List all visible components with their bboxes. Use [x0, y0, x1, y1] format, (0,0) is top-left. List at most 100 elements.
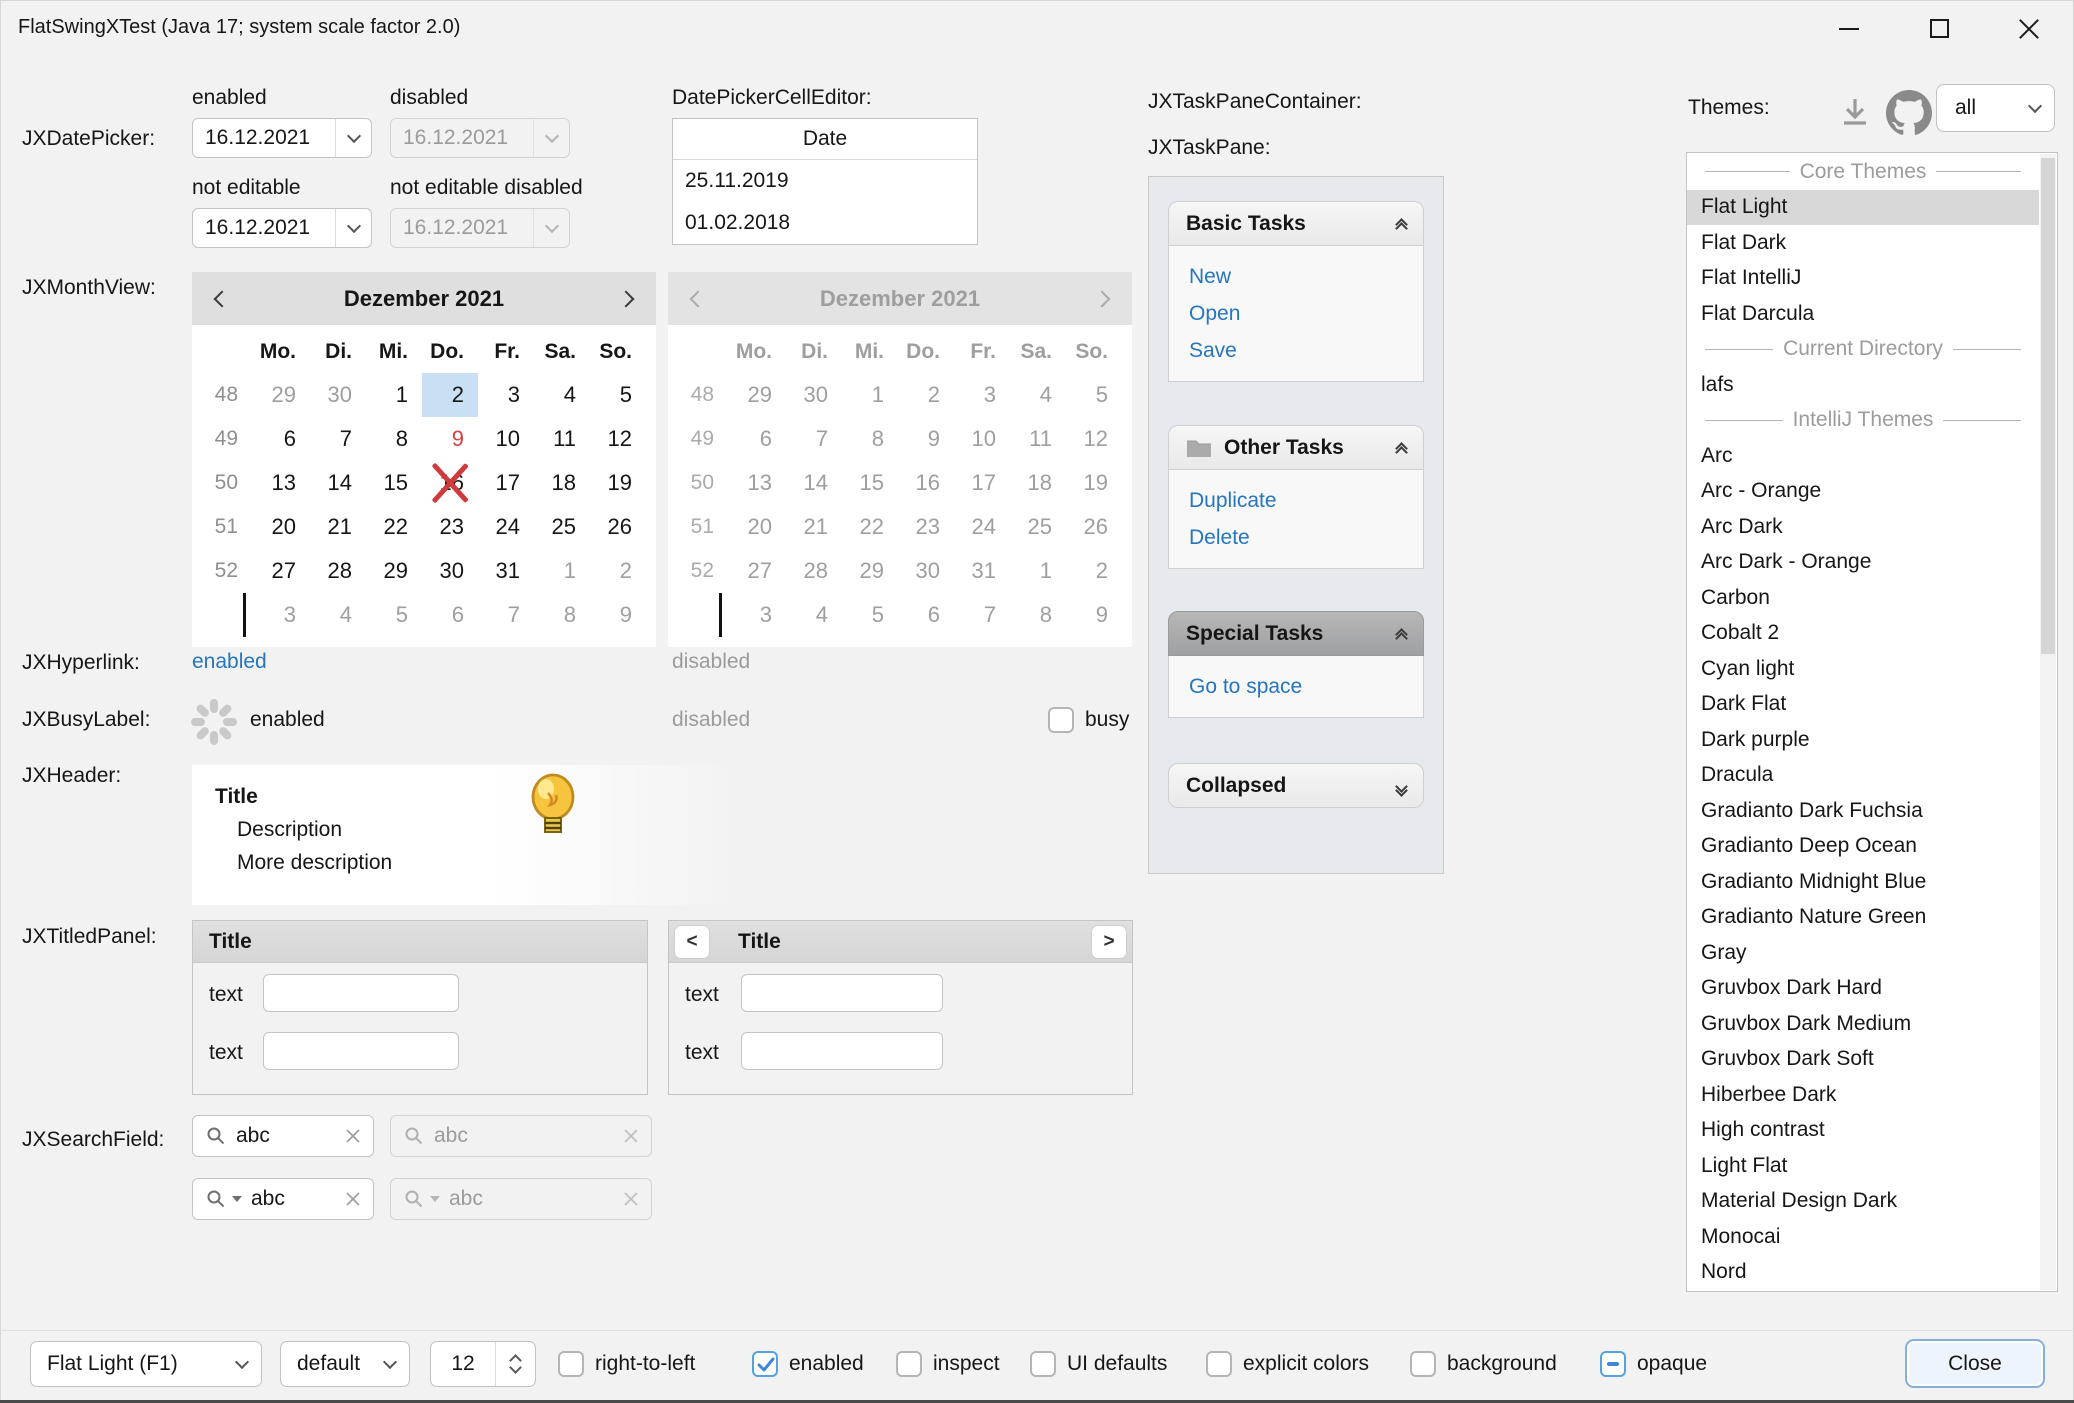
- theme-list-item[interactable]: Gruvbox Dark Medium: [1687, 1006, 2039, 1042]
- calendar-day-cell[interactable]: 1: [366, 373, 422, 417]
- calendar-day-cell[interactable]: 5: [366, 593, 422, 637]
- theme-list-item[interactable]: Gray: [1687, 935, 2039, 971]
- task-link[interactable]: New: [1169, 258, 1423, 295]
- theme-list-item[interactable]: Dark purple: [1687, 722, 2039, 758]
- theme-list-item[interactable]: Carbon: [1687, 580, 2039, 616]
- calendar-day-cell[interactable]: 17: [478, 461, 534, 505]
- datepicker-dropdown-button[interactable]: [335, 209, 371, 247]
- checkbox-box[interactable]: [1206, 1351, 1232, 1377]
- theme-list-item[interactable]: Light Flat: [1687, 1148, 2039, 1184]
- minimize-button[interactable]: [1804, 0, 1894, 57]
- theme-list-item[interactable]: Flat IntelliJ: [1687, 261, 2039, 297]
- themes-filter-combobox[interactable]: all: [1936, 84, 2055, 132]
- calendar-day-cell[interactable]: 14: [310, 461, 366, 505]
- calendar-day-cell[interactable]: 1: [534, 549, 590, 593]
- theme-list-item[interactable]: Arc - Orange: [1687, 474, 2039, 510]
- close-window-button[interactable]: [1984, 0, 2074, 57]
- calendar-day-cell[interactable]: 24: [478, 505, 534, 549]
- calendar-day-cell[interactable]: 11: [534, 417, 590, 461]
- busy-checkbox[interactable]: busy: [1048, 707, 1129, 733]
- calendar-day-cell[interactable]: 28: [310, 549, 366, 593]
- theme-list-item[interactable]: lafs: [1687, 367, 2039, 403]
- taskpane-header[interactable]: Collapsed: [1168, 763, 1424, 808]
- calendar-day-cell[interactable]: 22: [366, 505, 422, 549]
- calendar-day-cell[interactable]: 8: [366, 417, 422, 461]
- datepicker-dropdown-button[interactable]: [335, 119, 371, 157]
- checkbox-box[interactable]: [558, 1351, 584, 1377]
- calendar-day-cell[interactable]: 25: [534, 505, 590, 549]
- checkbox-box[interactable]: [1030, 1351, 1056, 1377]
- celleditor-row[interactable]: 01.02.2018: [673, 202, 977, 244]
- download-icon[interactable]: [1836, 94, 1874, 132]
- font-size-value[interactable]: 12: [431, 1342, 496, 1386]
- close-button[interactable]: Close: [1905, 1339, 2045, 1388]
- text-input[interactable]: [741, 974, 943, 1012]
- calendar-day-cell[interactable]: 5: [590, 373, 646, 417]
- text-input[interactable]: [263, 974, 459, 1012]
- theme-list-item[interactable]: Hiberbee Dark: [1687, 1077, 2039, 1113]
- spinner-buttons[interactable]: [496, 1342, 535, 1386]
- theme-list-item[interactable]: Material Design Dark: [1687, 1184, 2039, 1220]
- calendar-day-cell[interactable]: 30: [422, 549, 478, 593]
- explicit-colors-checkbox[interactable]: explicit colors: [1206, 1351, 1369, 1377]
- calendar-day-cell[interactable]: 23: [422, 505, 478, 549]
- calendar-day-cell[interactable]: 26: [590, 505, 646, 549]
- calendar-day-cell[interactable]: 10: [478, 417, 534, 461]
- calendar-day-cell[interactable]: 9: [590, 593, 646, 637]
- datepicker-value[interactable]: 16.12.2021: [193, 126, 335, 150]
- taskpane-header[interactable]: Basic Tasks: [1168, 201, 1424, 246]
- calendar-day-cell[interactable]: 27: [254, 549, 310, 593]
- hyperlink-enabled[interactable]: enabled: [192, 650, 267, 674]
- calendar-day-cell[interactable]: 31: [478, 549, 534, 593]
- theme-list-item[interactable]: Gruvbox Dark Soft: [1687, 1042, 2039, 1078]
- calendar-day-cell[interactable]: 16: [422, 461, 478, 505]
- calendar-day-cell[interactable]: 7: [310, 417, 366, 461]
- theme-list-item[interactable]: Arc: [1687, 438, 2039, 474]
- calendar-day-cell[interactable]: 8: [534, 593, 590, 637]
- inspect-checkbox[interactable]: inspect: [896, 1351, 1000, 1377]
- enabled-checkbox[interactable]: enabled: [752, 1351, 864, 1377]
- previous-month-button[interactable]: [216, 293, 228, 305]
- theme-list-item[interactable]: Gradianto Deep Ocean: [1687, 829, 2039, 865]
- theme-list-item[interactable]: Gruvbox Dark Hard: [1687, 971, 2039, 1007]
- scrollbar-thumb[interactable]: [2041, 158, 2055, 654]
- searchfield-enabled[interactable]: abc: [192, 1115, 374, 1157]
- calendar-day-cell[interactable]: 2: [422, 373, 478, 417]
- calendar-day-cell[interactable]: 3: [478, 373, 534, 417]
- right-to-left-checkbox[interactable]: right-to-left: [558, 1351, 695, 1377]
- calendar-day-cell[interactable]: 6: [422, 593, 478, 637]
- theme-list-item[interactable]: Flat Dark: [1687, 225, 2039, 261]
- calendar-day-cell[interactable]: 30: [310, 373, 366, 417]
- theme-list-item[interactable]: Dracula: [1687, 758, 2039, 794]
- themes-scrollbar[interactable]: [2040, 154, 2056, 1290]
- task-link[interactable]: Duplicate: [1169, 482, 1423, 519]
- text-input[interactable]: [263, 1032, 459, 1070]
- checkbox-box[interactable]: [1600, 1351, 1626, 1377]
- celleditor-table[interactable]: Date 25.11.2019 01.02.2018: [672, 118, 978, 245]
- theme-list-item[interactable]: Nord: [1687, 1255, 2039, 1291]
- theme-list-item[interactable]: Arc Dark - Orange: [1687, 545, 2039, 581]
- searchfield-menu-enabled[interactable]: abc: [192, 1178, 374, 1220]
- checkbox-box[interactable]: [752, 1351, 778, 1377]
- laf-combobox[interactable]: Flat Light (F1): [30, 1341, 262, 1387]
- next-month-button[interactable]: [620, 293, 632, 305]
- calendar-day-cell[interactable]: 21: [310, 505, 366, 549]
- calendar-day-cell[interactable]: 3: [254, 593, 310, 637]
- theme-list-item[interactable]: Arc Dark: [1687, 509, 2039, 545]
- theme-list-item[interactable]: Cyan light: [1687, 651, 2039, 687]
- maximize-button[interactable]: [1894, 0, 1984, 57]
- text-input[interactable]: [741, 1032, 943, 1070]
- theme-list-item[interactable]: High contrast: [1687, 1113, 2039, 1149]
- theme-list-item[interactable]: Monocai: [1687, 1219, 2039, 1255]
- celleditor-row[interactable]: 25.11.2019: [673, 160, 977, 202]
- theme-list-item[interactable]: Cobalt 2: [1687, 616, 2039, 652]
- theme-list-item[interactable]: Dark Flat: [1687, 687, 2039, 723]
- theme-list-item[interactable]: Flat Darcula: [1687, 296, 2039, 332]
- taskpane-header[interactable]: Special Tasks: [1168, 611, 1424, 656]
- task-link[interactable]: Go to space: [1169, 668, 1423, 705]
- titledpanel-right-button[interactable]: >: [1091, 925, 1127, 959]
- taskpane-header[interactable]: Other Tasks: [1168, 425, 1424, 470]
- checkbox-box[interactable]: [1048, 707, 1074, 733]
- themes-list[interactable]: Core ThemesFlat LightFlat DarkFlat Intel…: [1686, 152, 2058, 1292]
- calendar-day-cell[interactable]: 29: [254, 373, 310, 417]
